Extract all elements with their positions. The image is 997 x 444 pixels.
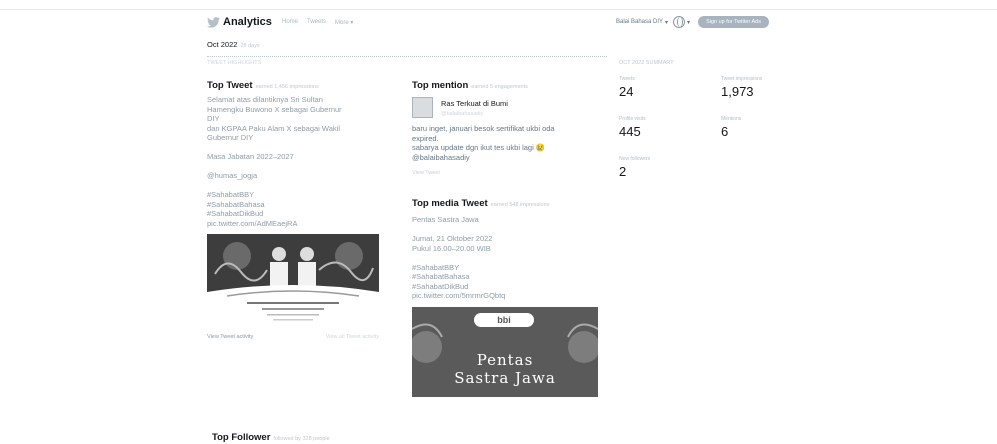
- avatar[interactable]: [412, 97, 433, 118]
- tweet-text-line: Gubernur DIY: [207, 133, 254, 142]
- mention-text: baru inget, januari besok sertifikat ukb…: [412, 124, 602, 162]
- top-mention-subtitle: earned 5 engagements: [471, 84, 528, 90]
- chevron-down-icon[interactable]: ▾: [665, 19, 668, 26]
- brand-label: Analytics: [223, 16, 272, 28]
- top-follower-subtitle: followed by 328 people: [273, 436, 330, 442]
- mention-name[interactable]: Ras Terkuat di Bumi: [441, 99, 508, 108]
- tweet-text-line: @humas_jogja: [207, 171, 258, 180]
- view-tweet-link[interactable]: View Tweet: [412, 170, 602, 176]
- top-follower-title: Top Follower followed by 328 people: [212, 432, 330, 443]
- top-tweet-text: Selamat atas dilantiknya Sri Sultan Hamen…: [207, 95, 392, 228]
- top-tweet-card: Top Tweet earned 1,456 impressions Selama…: [207, 80, 392, 340]
- stat-impressions: Tweet impressions 1,973: [721, 76, 762, 99]
- stat-label: Tweets: [619, 76, 635, 82]
- user-menu: Balai Bahasa DIY ▾ ▾ Sign up for Twitter…: [616, 16, 769, 28]
- mention-text-line: expired.: [412, 133, 439, 143]
- tweet-text-line: #SahabatBahasa: [207, 199, 265, 209]
- tweet-text-line: DIY: [207, 114, 220, 123]
- top-media-card: Top media Tweet earned 548 impressions Pe…: [412, 198, 602, 397]
- media-text-line: #SahabatBahasa: [412, 272, 470, 281]
- media-text-line: [412, 253, 602, 263]
- top-divider: [0, 9, 997, 10]
- poster-title-2: Sastra Jawa: [454, 368, 556, 387]
- tweet-text-line: #SahabatDikBud: [207, 209, 264, 218]
- media-text-line: #SahabatDikBud: [412, 281, 469, 291]
- header: Analytics Home Tweets More ▾ Balai Bahas…: [207, 14, 807, 34]
- top-nav: Home Tweets More ▾: [282, 19, 353, 26]
- top-mention-card: Top mention earned 5 engagements Ras Terk…: [412, 80, 602, 397]
- top-media-heading: Top media Tweet: [412, 198, 488, 209]
- stat-label: Tweet impressions: [721, 76, 763, 82]
- top-tweet-subtitle: earned 1,456 impressions: [255, 84, 319, 90]
- stat-value: 24: [619, 84, 634, 99]
- account-switcher[interactable]: Balai Bahasa DIY: [616, 19, 663, 25]
- view-all-activity-link[interactable]: View all Tweet activity: [326, 334, 379, 340]
- nav-more-label: More: [335, 20, 349, 26]
- tweet-image-graphic: [207, 234, 379, 326]
- globe-icon[interactable]: [673, 16, 686, 28]
- top-mention-heading: Top mention: [412, 80, 469, 91]
- stat-label: Profile visits: [619, 116, 646, 122]
- section-divider: [207, 56, 607, 57]
- media-text-line: [412, 225, 602, 235]
- mention-text-line: baru inget, januari besok sertifikat ukb…: [412, 124, 555, 133]
- chevron-down-icon: ▾: [350, 20, 354, 26]
- stat-value: 445: [619, 124, 641, 139]
- stat-tweets: Tweets 24: [619, 76, 635, 99]
- mention-user[interactable]: Ras Terkuat di Bumi @balaibahasadiy: [412, 97, 602, 118]
- tweet-text-line: Masa Jabatan 2022–2027: [207, 152, 294, 161]
- media-poster[interactable]: bbi Pentas Sastra Jawa: [412, 306, 598, 397]
- period-label: Oct 2022: [207, 40, 238, 49]
- media-text-line: Pentas Sastra Jawa: [412, 215, 479, 224]
- ads-signup-button[interactable]: Sign up for Twitter Ads: [698, 16, 769, 28]
- top-tweet-title: Top Tweet earned 1,456 impressions: [207, 80, 392, 91]
- nav-home[interactable]: Home: [282, 19, 298, 26]
- stat-profile-visits: Profile visits 445: [619, 116, 646, 139]
- stat-new-followers: New followers 2: [619, 156, 650, 179]
- media-text-line: Jumat, 21 Oktober 2022: [412, 234, 493, 243]
- media-text-line: #SahabatBBY: [412, 262, 460, 272]
- media-text-line: pic.twitter.com/5mrmrGQbtq: [412, 291, 506, 300]
- top-mention-title: Top mention earned 5 engagements: [412, 80, 602, 91]
- top-media-title: Top media Tweet earned 548 impressions: [412, 198, 602, 209]
- tweet-text-line: pic.twitter.com/AdMEaejRA: [207, 218, 298, 228]
- tweet-text-line: [207, 143, 392, 153]
- top-follower-heading: Top Follower: [212, 432, 271, 443]
- view-tweet-activity-link[interactable]: View Tweet activity: [207, 334, 253, 340]
- nav-tweets[interactable]: Tweets: [307, 19, 326, 26]
- stat-value: 1,973: [721, 84, 754, 99]
- highlights-label: TWEET HIGHLIGHTS: [207, 60, 262, 66]
- tweet-text-line: Selamat atas dilantiknya Sri Sultan: [207, 95, 323, 104]
- tweet-text-line: Hamengku Buwono X sebagai Gubernur: [207, 104, 342, 114]
- mention-text-line: @balaibahasadiy: [412, 152, 470, 162]
- poster-logo: bbi: [474, 312, 534, 327]
- tweet-image[interactable]: [207, 234, 379, 326]
- poster-title-1: Pentas: [476, 350, 534, 369]
- stat-value: 2: [619, 164, 627, 179]
- tweet-text-line: #SahabatBBY: [207, 190, 255, 199]
- analytics-brand[interactable]: Analytics: [207, 16, 272, 28]
- tweet-text-line: dan KGPAA Paku Alam X sebagai Wakil: [207, 123, 340, 133]
- top-tweet-heading: Top Tweet: [207, 80, 253, 91]
- twitter-bird-icon: [207, 16, 220, 28]
- tweet-footer: View Tweet activity View all Tweet activ…: [207, 334, 379, 340]
- period-title: Oct 2022 28 days: [207, 40, 260, 49]
- mention-text-line: sabarya update dgn ikut tes ukbi lagi 😢: [412, 143, 546, 152]
- stat-value: 6: [721, 124, 729, 139]
- top-media-subtitle: earned 548 impressions: [490, 202, 550, 208]
- nav-more[interactable]: More ▾: [335, 19, 353, 26]
- stat-label: Mentions: [721, 116, 742, 122]
- stat-mentions: Mentions 6: [721, 116, 741, 139]
- mention-handle: @balaibahasadiy: [441, 111, 484, 117]
- summary-stats: OCT 2022 SUMMARY Tweets 24 Tweet impress…: [619, 60, 809, 179]
- tweet-text-line: [207, 181, 392, 191]
- media-text-line: Pukul 16.00–20.00 WIB: [412, 243, 491, 253]
- stat-label: New followers: [619, 156, 651, 162]
- stats-title: OCT 2022 SUMMARY: [619, 60, 674, 66]
- media-text: Pentas Sastra Jawa Jumat, 21 Oktober 2022…: [412, 215, 602, 301]
- chevron-down-icon[interactable]: ▾: [687, 19, 690, 26]
- period-sub: 28 days: [240, 43, 260, 49]
- tweet-text-line: [207, 162, 392, 172]
